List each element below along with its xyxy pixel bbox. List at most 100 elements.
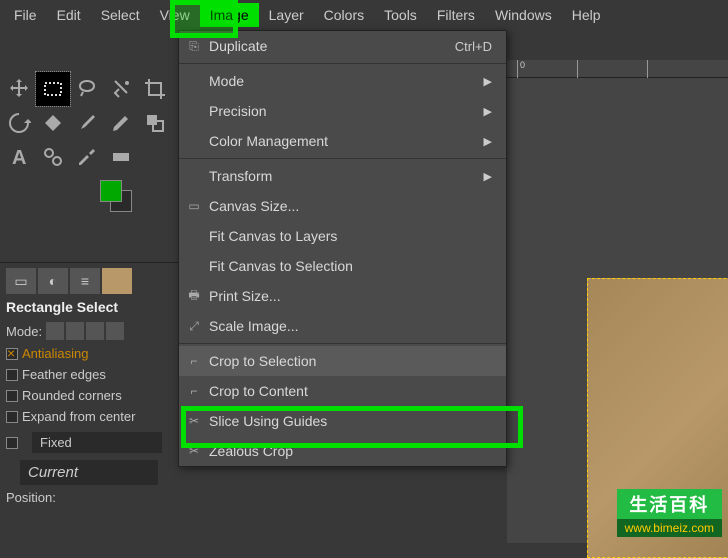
mode-add[interactable] [66, 322, 84, 340]
menu-item-shortcut: Ctrl+D [455, 39, 492, 54]
menu-select[interactable]: Select [91, 3, 150, 27]
canvas-area: 0 [507, 60, 728, 543]
options-tabs: ▭ ◐ ≡ [6, 267, 172, 295]
menu-item-label: Fit Canvas to Selection [209, 258, 492, 274]
menu-item-label: Slice Using Guides [209, 413, 492, 429]
mode-row: Mode: [6, 319, 172, 343]
color-swatches[interactable] [100, 180, 140, 220]
menu-windows[interactable]: Windows [485, 3, 562, 27]
mode-intersect[interactable] [106, 322, 124, 340]
menu-item-color-management[interactable]: Color Management ▶ [179, 126, 506, 156]
menu-item-label: Mode [209, 73, 484, 89]
tool-text[interactable]: A [2, 140, 36, 174]
menu-image[interactable]: Image [200, 3, 259, 27]
tool-rotate[interactable] [2, 106, 36, 140]
menu-item-print-size[interactable]: 🖶 Print Size... [179, 281, 506, 311]
menu-file[interactable]: File [4, 3, 47, 27]
watermark: 生活百科 www.bimeiz.com [617, 489, 722, 537]
crop-icon: ⌐ [185, 354, 203, 368]
menu-item-precision[interactable]: Precision ▶ [179, 96, 506, 126]
menu-item-label: Transform [209, 168, 484, 184]
antialiasing-row[interactable]: Antialiasing [6, 343, 172, 364]
menu-item-label: Zealous Crop [209, 443, 492, 459]
print-icon: 🖶 [185, 286, 203, 307]
tool-lasso[interactable] [70, 72, 104, 106]
tool-move[interactable] [2, 72, 36, 106]
watermark-url: www.bimeiz.com [617, 519, 722, 537]
ruler-tick: 0 [517, 60, 525, 78]
menu-help[interactable]: Help [562, 3, 611, 27]
rounded-row[interactable]: Rounded corners [6, 385, 172, 406]
rounded-label: Rounded corners [22, 388, 122, 403]
menu-item-label: Fit Canvas to Layers [209, 228, 492, 244]
tool-rect-select[interactable] [36, 72, 70, 106]
mode-replace[interactable] [46, 322, 64, 340]
slice-icon: ✂ [185, 444, 203, 458]
menu-item-label: Duplicate [209, 38, 455, 54]
menu-item-mode[interactable]: Mode ▶ [179, 66, 506, 96]
options-tab-3[interactable]: ≡ [70, 268, 100, 294]
menu-item-transform[interactable]: Transform ▶ [179, 161, 506, 191]
menu-item-label: Scale Image... [209, 318, 492, 334]
feather-label: Feather edges [22, 367, 106, 382]
menu-item-label: Crop to Content [209, 383, 492, 399]
expand-label: Expand from center [22, 409, 135, 424]
menu-item-fit-layers[interactable]: Fit Canvas to Layers [179, 221, 506, 251]
feather-row[interactable]: Feather edges [6, 364, 172, 385]
options-tab-thumbnail[interactable] [102, 268, 132, 294]
tool-gradient[interactable] [104, 140, 138, 174]
menu-view[interactable]: View [150, 3, 200, 27]
tool-picker[interactable] [70, 140, 104, 174]
fixed-row[interactable]: Fixed [6, 427, 172, 458]
menu-item-label: Crop to Selection [209, 353, 492, 369]
position-row: Position: [6, 487, 172, 508]
menu-separator [179, 63, 506, 64]
menu-tools[interactable]: Tools [374, 3, 427, 27]
mode-subtract[interactable] [86, 322, 104, 340]
tool-bucket[interactable] [36, 106, 70, 140]
ruler-tick [647, 60, 650, 78]
fixed-value[interactable]: Fixed [32, 432, 162, 453]
tool-pencil[interactable] [104, 106, 138, 140]
tool-crop[interactable] [138, 72, 172, 106]
ruler-horizontal[interactable]: 0 [507, 60, 728, 78]
tool-grid: A [0, 70, 178, 176]
menu-edit[interactable]: Edit [47, 3, 91, 27]
menu-item-label: Print Size... [209, 288, 492, 304]
menu-separator [179, 343, 506, 344]
current-value[interactable]: Current [20, 460, 158, 485]
watermark-title: 生活百科 [617, 489, 722, 519]
tool-brush[interactable] [70, 106, 104, 140]
feather-checkbox[interactable] [6, 369, 18, 381]
canvas-background[interactable] [507, 78, 728, 543]
crop-icon: ⌐ [185, 384, 203, 398]
tool-fuzzy-select[interactable] [104, 72, 138, 106]
scale-icon: ⤢ [185, 319, 203, 334]
menu-item-duplicate[interactable]: ⎘ Duplicate Ctrl+D [179, 31, 506, 61]
rounded-checkbox[interactable] [6, 390, 18, 402]
options-tab-2[interactable]: ◐ [38, 268, 68, 294]
menu-item-label: Canvas Size... [209, 198, 492, 214]
menu-layer[interactable]: Layer [259, 3, 314, 27]
submenu-arrow-icon: ▶ [484, 135, 492, 148]
menu-item-label: Precision [209, 103, 484, 119]
ruler-tick [577, 60, 580, 78]
fg-color-swatch[interactable] [100, 180, 122, 202]
menu-item-crop-content[interactable]: ⌐ Crop to Content [179, 376, 506, 406]
menu-item-zealous-crop[interactable]: ✂ Zealous Crop [179, 436, 506, 466]
tool-clone[interactable] [138, 106, 172, 140]
tool-options-title: Rectangle Select [6, 295, 172, 319]
menu-colors[interactable]: Colors [314, 3, 374, 27]
antialiasing-checkbox[interactable] [6, 348, 18, 360]
menu-filters[interactable]: Filters [427, 3, 485, 27]
menu-item-scale-image[interactable]: ⤢ Scale Image... [179, 311, 506, 341]
expand-row[interactable]: Expand from center [6, 406, 172, 427]
expand-checkbox[interactable] [6, 411, 18, 423]
menu-item-slice-guides[interactable]: ✂ Slice Using Guides [179, 406, 506, 436]
options-tab-1[interactable]: ▭ [6, 268, 36, 294]
menu-item-fit-selection[interactable]: Fit Canvas to Selection [179, 251, 506, 281]
fixed-checkbox[interactable] [6, 437, 18, 449]
menu-item-crop-selection[interactable]: ⌐ Crop to Selection [179, 346, 506, 376]
menu-item-canvas-size[interactable]: ▭ Canvas Size... [179, 191, 506, 221]
tool-measure[interactable] [36, 140, 70, 174]
